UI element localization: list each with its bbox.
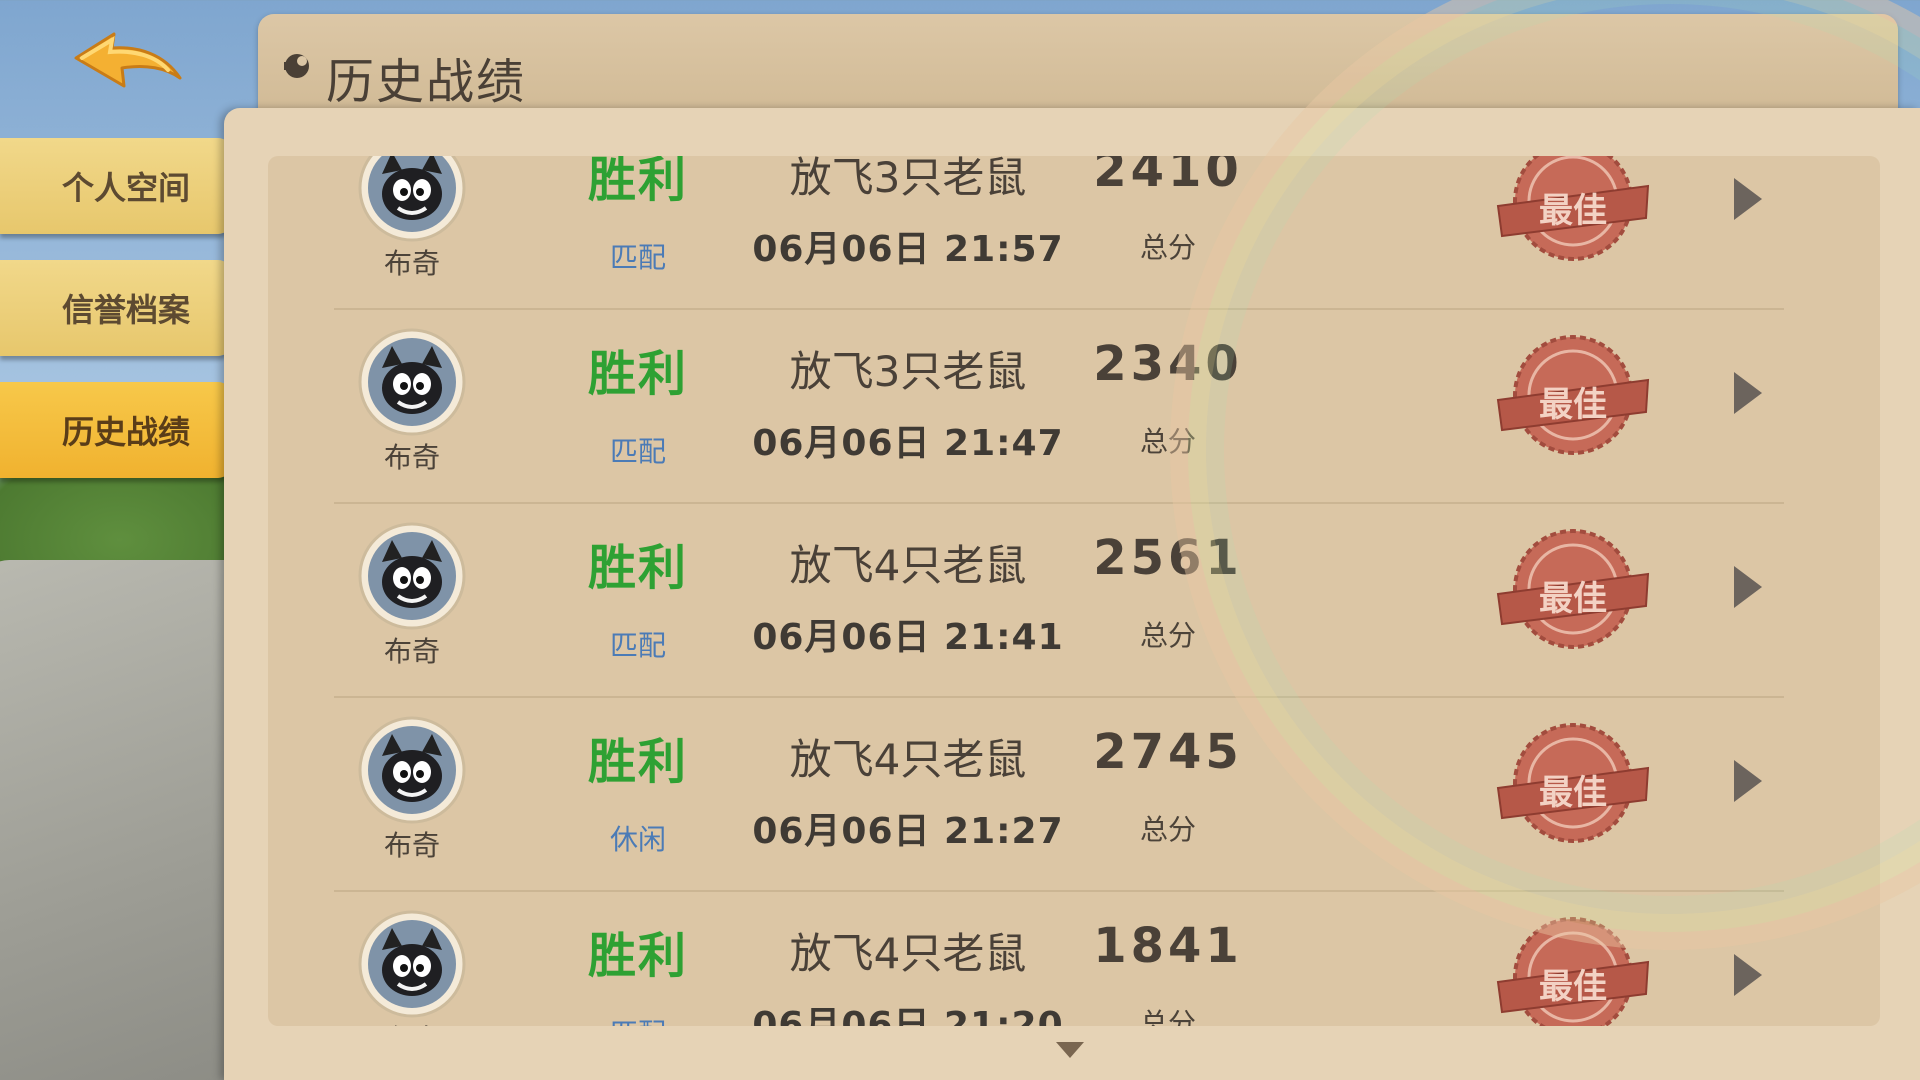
match-description: 放飞3只老鼠 (789, 347, 1027, 396)
match-time: 06月06日 21:20 (752, 1005, 1064, 1026)
score-label: 总分 (1139, 619, 1196, 652)
best-badge-icon: 最佳 (1488, 912, 1658, 1026)
record-list[interactable]: 布奇 胜利 匹配 放飞3只老鼠 06月06日 21:57 2410 总分 最佳 (268, 156, 1880, 1026)
detail-arrow-icon[interactable] (1728, 756, 1768, 806)
match-description: 放飞4只老鼠 (789, 735, 1027, 784)
character-name: 布奇 (383, 829, 440, 862)
score-label: 总分 (1139, 231, 1196, 264)
match-mode: 匹配 (609, 435, 666, 468)
match-time: 06月06日 21:27 (752, 811, 1064, 852)
match-result: 胜利 (587, 928, 688, 984)
best-badge-label: 最佳 (1539, 773, 1607, 813)
match-time: 06月06日 21:41 (752, 617, 1064, 658)
best-badge-label: 最佳 (1539, 385, 1607, 425)
detail-arrow-icon[interactable] (1728, 562, 1768, 612)
match-mode: 匹配 (568, 1012, 708, 1026)
record-row[interactable]: 布奇 胜利 休闲 放飞4只老鼠 06月06日 21:27 2745 总分 最佳 (268, 698, 1880, 892)
best-badge-icon: 最佳 (1488, 524, 1658, 654)
match-description: 放飞3只老鼠 (789, 156, 1027, 202)
character-avatar-icon (358, 522, 466, 630)
match-mode: 匹配 (609, 629, 666, 662)
best-badge-label: 最佳 (1539, 191, 1607, 231)
match-time: 06月06日 21:47 (752, 423, 1064, 464)
character-avatar-icon (358, 716, 466, 824)
record-row[interactable]: 布奇 胜利 匹配 放飞3只老鼠 06月06日 21:57 2410 总分 最佳 (268, 156, 1880, 310)
match-time: 06月06日 21:57 (752, 229, 1064, 270)
sidebar-item-label: 个人空间 (61, 169, 190, 207)
match-score: 2340 (1093, 336, 1243, 392)
character-avatar-icon (358, 910, 466, 1018)
match-score: 2561 (1093, 530, 1243, 586)
sidebar-item-match-history[interactable]: 历史战绩 (0, 382, 232, 478)
scroll-down-icon[interactable] (1054, 1040, 1086, 1060)
sidebar-item-label: 历史战绩 (61, 413, 190, 451)
record-row[interactable]: 布奇 胜利 匹配 放飞3只老鼠 06月06日 21:47 2340 总分 最佳 (268, 310, 1880, 504)
record-row[interactable]: 布奇 胜利 匹配 放飞4只老鼠 06月06日 21:20 1841 总分 最佳 (268, 892, 1880, 1026)
match-description: 放飞4只老鼠 (789, 541, 1027, 590)
character-name: 布奇 (342, 1018, 482, 1026)
match-result: 胜利 (587, 540, 688, 596)
match-result: 胜利 (587, 156, 688, 208)
detail-arrow-icon[interactable] (1728, 950, 1768, 1000)
match-score: 1841 (1093, 918, 1243, 974)
best-badge-label: 最佳 (1539, 967, 1607, 1007)
detail-arrow-icon[interactable] (1728, 174, 1768, 224)
match-score: 2745 (1093, 724, 1243, 780)
record-icon (280, 48, 314, 82)
character-avatar-icon (358, 328, 466, 436)
character-name: 布奇 (383, 247, 440, 280)
page-title: 历史战绩 (326, 54, 527, 110)
character-avatar-icon (358, 156, 466, 242)
character-name: 布奇 (383, 635, 440, 668)
character-name: 布奇 (383, 441, 440, 474)
best-badge-icon: 最佳 (1488, 156, 1658, 266)
score-label: 总分 (1139, 425, 1196, 458)
match-result: 胜利 (587, 734, 688, 790)
best-badge-icon: 最佳 (1488, 330, 1658, 460)
score-label: 总分 (1139, 1007, 1196, 1026)
sidebar-item-label: 信誉档案 (61, 291, 190, 329)
detail-arrow-icon[interactable] (1728, 368, 1768, 418)
record-row[interactable]: 布奇 胜利 匹配 放飞4只老鼠 06月06日 21:41 2561 总分 最佳 (268, 504, 1880, 698)
sidebar-item-credit-record[interactable]: 信誉档案 (0, 260, 232, 356)
sidebar-item-personal-space[interactable]: 个人空间 (0, 138, 232, 234)
match-mode: 休闲 (609, 823, 666, 856)
back-arrow-icon[interactable] (68, 28, 188, 108)
best-badge-label: 最佳 (1539, 579, 1607, 619)
match-description: 放飞4只老鼠 (789, 929, 1027, 978)
match-mode: 匹配 (609, 241, 666, 274)
best-badge-icon: 最佳 (1488, 718, 1658, 848)
score-label: 总分 (1139, 813, 1196, 846)
match-result: 胜利 (587, 346, 688, 402)
match-score: 2410 (1093, 156, 1243, 198)
